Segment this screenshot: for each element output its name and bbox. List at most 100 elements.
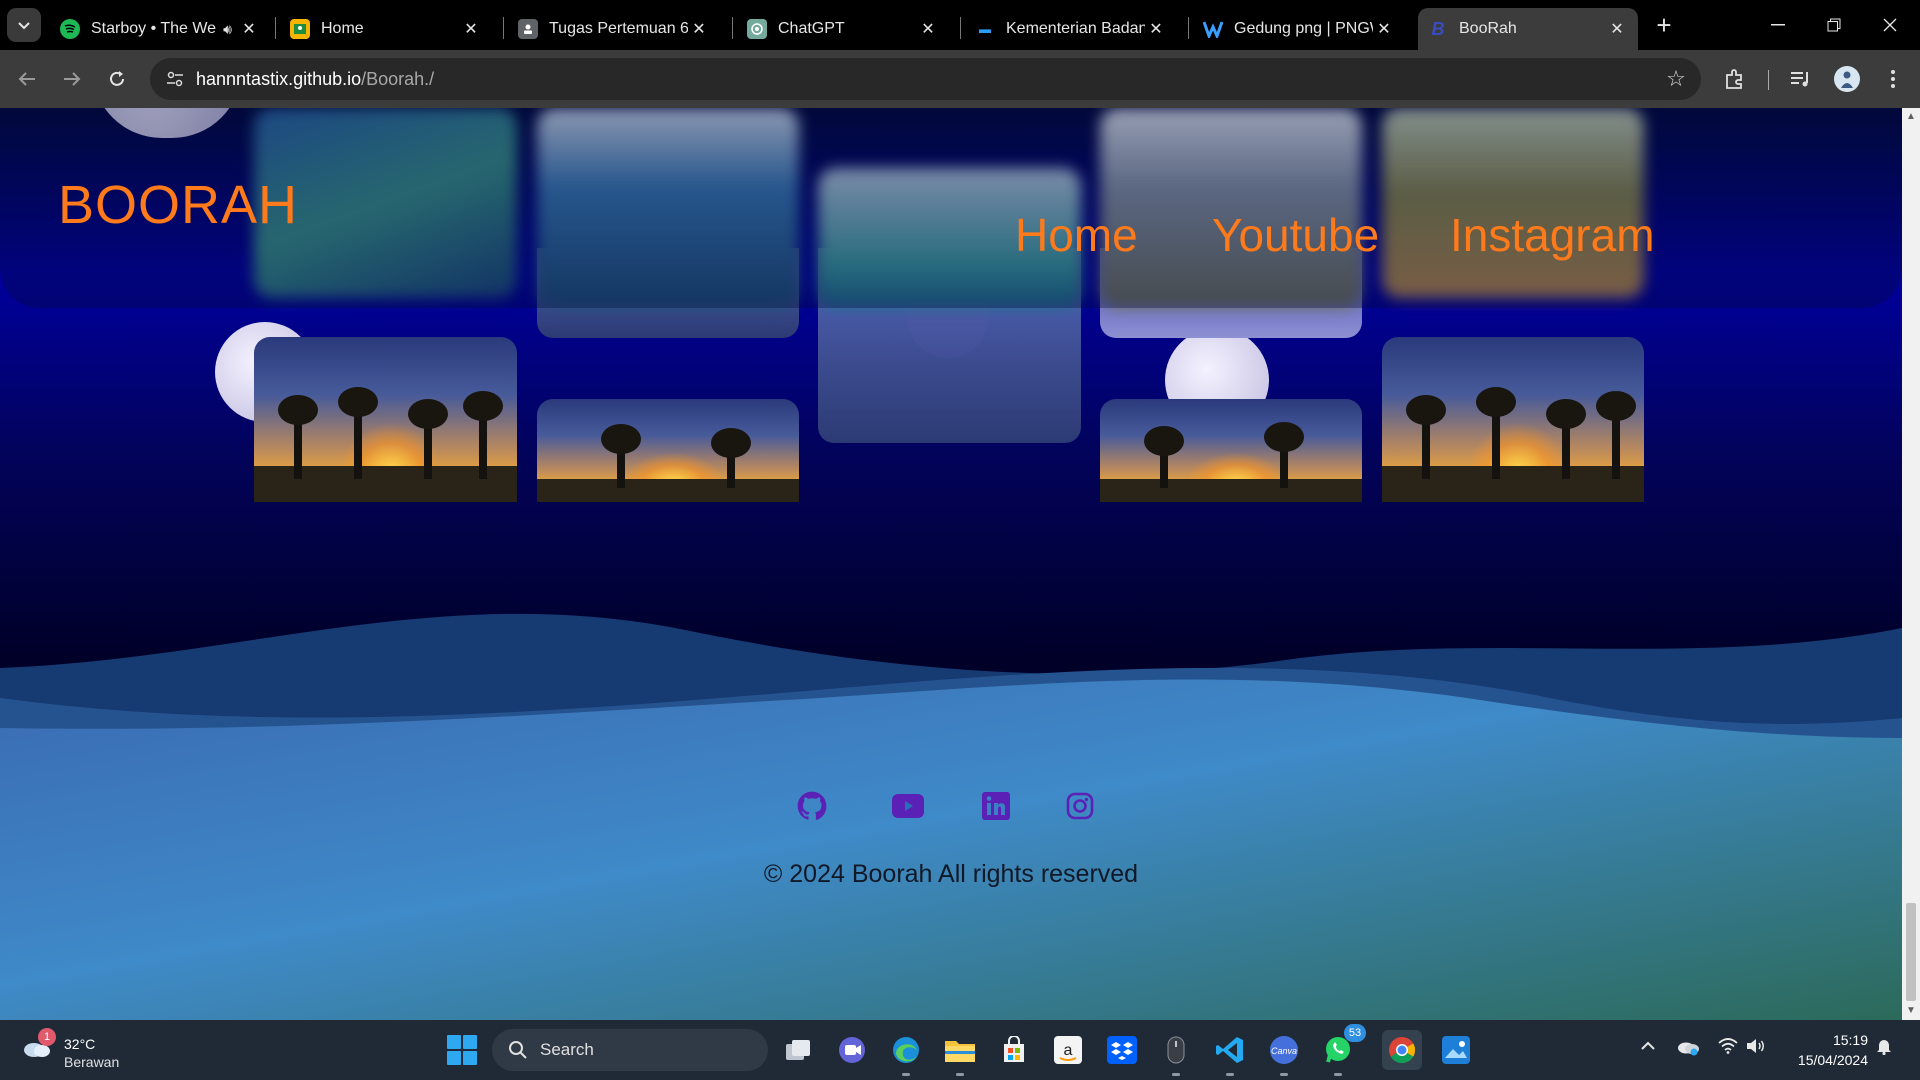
- network-tray[interactable]: [1718, 1038, 1738, 1059]
- close-icon[interactable]: ✕: [1373, 18, 1395, 40]
- chevron-up-icon: [1641, 1041, 1655, 1050]
- clock-date: 15/04/2024: [1797, 1052, 1868, 1068]
- tab-pngwing[interactable]: Gedung png | PNGW ✕: [1193, 8, 1405, 50]
- restore-button[interactable]: [1806, 8, 1862, 42]
- canva-icon: Canva: [1270, 1036, 1298, 1064]
- tab-search-button[interactable]: [7, 8, 41, 42]
- page-scrollbar[interactable]: ▲ ▼: [1902, 108, 1920, 1020]
- bookmark-star-icon[interactable]: ☆: [1661, 64, 1691, 94]
- github-link[interactable]: [794, 788, 830, 824]
- close-icon[interactable]: ✕: [688, 18, 710, 40]
- dropbox-icon: [1107, 1036, 1137, 1064]
- volume-tray[interactable]: [1746, 1038, 1766, 1059]
- teams-icon: [839, 1037, 865, 1063]
- instagram-link[interactable]: [1062, 788, 1098, 824]
- arrow-left-icon: [18, 72, 35, 86]
- reload-button[interactable]: [100, 62, 134, 96]
- profile-button[interactable]: [1830, 62, 1864, 96]
- nav-link-youtube[interactable]: Youtube: [1212, 208, 1379, 262]
- gallery-image: [537, 399, 799, 502]
- close-icon[interactable]: ✕: [460, 18, 482, 40]
- tab-label: Home: [321, 20, 364, 37]
- whatsapp-app[interactable]: 53: [1318, 1024, 1366, 1076]
- restore-icon: [1827, 18, 1841, 32]
- scroll-down-arrow-icon[interactable]: ▼: [1902, 1002, 1920, 1020]
- nav-link-instagram[interactable]: Instagram: [1450, 208, 1655, 262]
- microsoft-store-app[interactable]: [994, 1030, 1034, 1070]
- new-tab-button[interactable]: +: [1650, 12, 1678, 40]
- tab-tugas[interactable]: Tugas Pertemuan 6 ✕: [508, 8, 720, 50]
- url-host: hannntastix.github.io: [196, 69, 362, 89]
- site-logo[interactable]: BOORAH: [58, 174, 298, 236]
- more-vert-icon: [1891, 70, 1895, 88]
- close-icon[interactable]: ✕: [1606, 18, 1628, 40]
- tab-separator: [503, 17, 504, 39]
- minimize-button[interactable]: [1750, 8, 1806, 42]
- mouse-app[interactable]: [1156, 1030, 1196, 1076]
- extensions-button[interactable]: [1718, 62, 1752, 96]
- puzzle-icon: [1726, 69, 1742, 89]
- youtube-link[interactable]: [890, 788, 926, 824]
- linkedin-link[interactable]: [978, 788, 1014, 824]
- speaker-icon: [1747, 1039, 1764, 1053]
- menu-button[interactable]: [1876, 62, 1910, 96]
- close-icon[interactable]: ✕: [238, 18, 260, 40]
- tab-home[interactable]: Home ✕: [280, 8, 492, 50]
- mouse-icon: [1167, 1036, 1185, 1064]
- speaker-icon[interactable]: 🔊︎: [223, 21, 232, 38]
- notification-badge: 53: [1344, 1024, 1366, 1042]
- playlist-icon: [1791, 72, 1808, 87]
- nav-link-home[interactable]: Home: [1015, 208, 1138, 262]
- clock-time: 15:19: [1832, 1032, 1868, 1048]
- close-icon[interactable]: ✕: [1145, 18, 1167, 40]
- file-explorer-app[interactable]: [940, 1030, 980, 1076]
- close-window-button[interactable]: [1862, 8, 1918, 42]
- teams-app[interactable]: [832, 1030, 872, 1070]
- tab-boorah[interactable]: B BooRah ✕: [1418, 8, 1638, 50]
- minimize-icon: [1771, 24, 1785, 26]
- tab-label: ChatGPT: [778, 20, 845, 37]
- task-view-app[interactable]: [778, 1030, 818, 1070]
- svg-text:Canva: Canva: [1271, 1046, 1297, 1056]
- taskbar-search[interactable]: Search: [492, 1029, 768, 1071]
- dropbox-app[interactable]: [1102, 1030, 1142, 1070]
- browser-tab-strip: Starboy • The We 🔊︎ ✕ Home ✕ Tugas Perte…: [0, 0, 1920, 50]
- show-hidden-icons-button[interactable]: [1640, 1038, 1656, 1056]
- tab-separator: [1188, 17, 1189, 39]
- tab-kementerian[interactable]: ▬ Kementerian Badan U ✕: [965, 8, 1177, 50]
- tab-label: Starboy • The We: [91, 20, 217, 37]
- tab-chatgpt[interactable]: ChatGPT ✕: [737, 8, 949, 50]
- pngwing-icon: [1203, 19, 1223, 39]
- vscode-app[interactable]: [1210, 1030, 1250, 1076]
- address-bar[interactable]: hannntastix.github.io/Boorah./ ☆: [150, 58, 1701, 100]
- gallery-image: [1382, 337, 1644, 502]
- scrollbar-thumb[interactable]: [1906, 903, 1916, 1001]
- chatgpt-icon: [747, 19, 767, 39]
- copyright-text: © 2024 Boorah All rights reserved: [763, 860, 1139, 888]
- photos-icon: [1442, 1036, 1470, 1064]
- tab-spotify[interactable]: Starboy • The We 🔊︎ ✕: [50, 8, 270, 50]
- notifications-button[interactable]: [1876, 1037, 1892, 1060]
- back-button[interactable]: [10, 62, 44, 96]
- media-control-button[interactable]: [1784, 62, 1818, 96]
- reload-icon: [110, 71, 124, 86]
- amazon-app[interactable]: a: [1048, 1030, 1088, 1070]
- chrome-app[interactable]: [1382, 1030, 1422, 1070]
- tab-label: Kementerian Badan U: [1006, 20, 1145, 37]
- edge-app[interactable]: [886, 1030, 926, 1076]
- close-icon[interactable]: ✕: [917, 18, 939, 40]
- scroll-up-arrow-icon[interactable]: ▲: [1902, 108, 1920, 126]
- weather-widget[interactable]: 1 32°C Berawan: [18, 1028, 138, 1072]
- canva-app[interactable]: Canva: [1264, 1030, 1304, 1076]
- tab-label: Gedung png | PNGW: [1234, 20, 1373, 37]
- site-info-icon[interactable]: [160, 64, 190, 94]
- start-button[interactable]: [446, 1034, 478, 1066]
- search-icon: [509, 1041, 527, 1059]
- vscode-icon: [1216, 1037, 1243, 1063]
- onedrive-tray[interactable]: [1676, 1038, 1700, 1061]
- avatar: [1834, 66, 1860, 92]
- paint-app[interactable]: [1436, 1030, 1476, 1070]
- forward-button[interactable]: [55, 62, 89, 96]
- weather-condition: Berawan: [64, 1054, 120, 1070]
- system-clock[interactable]: 15:19 15/04/2024: [1778, 1030, 1868, 1070]
